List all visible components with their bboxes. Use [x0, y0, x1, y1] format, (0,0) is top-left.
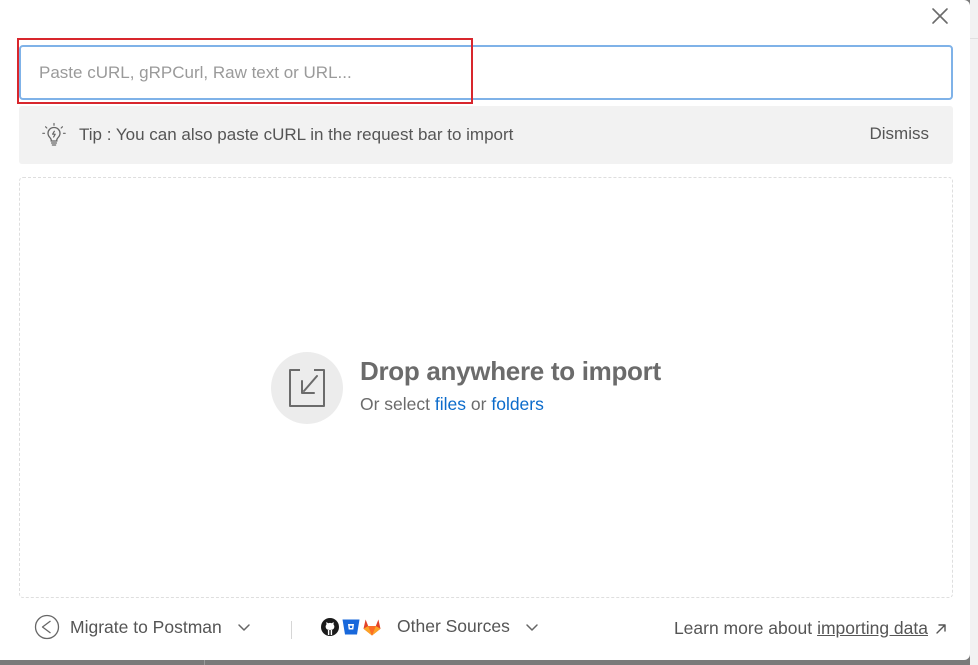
- background-app-edge: [970, 0, 978, 665]
- postman-migrate-icon: [34, 614, 60, 640]
- select-folders-link[interactable]: folders: [491, 394, 544, 414]
- import-modal: Tip : You can also paste cURL in the req…: [0, 0, 970, 660]
- select-files-link[interactable]: files: [435, 394, 466, 414]
- github-icon: [321, 617, 339, 636]
- drop-subtitle-conjunction: or: [470, 394, 487, 414]
- import-icon-circle: [271, 352, 343, 424]
- footer-divider: [291, 621, 292, 639]
- drop-title: Drop anywhere to import: [360, 356, 661, 386]
- drop-subtitle-prefix: Or select: [360, 394, 431, 414]
- importing-data-link[interactable]: importing data: [817, 618, 928, 639]
- drop-subtitle: Or select files or folders: [360, 394, 544, 415]
- chevron-down-icon: [526, 623, 538, 631]
- close-button[interactable]: [928, 4, 952, 28]
- import-footer: Migrate to Postman Other Sources Learn m…: [0, 606, 970, 652]
- lightbulb-icon: [42, 122, 66, 146]
- learn-more-text: Learn more about importing data: [674, 618, 948, 639]
- other-sources-button[interactable]: Other Sources: [320, 616, 540, 637]
- dismiss-button[interactable]: Dismiss: [870, 124, 930, 144]
- chevron-down-icon: [237, 624, 250, 631]
- migrate-label: Migrate to Postman: [70, 616, 222, 637]
- background-divider: [970, 38, 978, 39]
- file-drop-zone[interactable]: Drop anywhere to import Or select files …: [19, 177, 953, 598]
- bitbucket-icon: [342, 619, 360, 634]
- migrate-to-postman-button[interactable]: Migrate to Postman: [34, 614, 252, 640]
- close-icon: [932, 8, 948, 24]
- external-link-icon[interactable]: [934, 622, 948, 636]
- learn-more-prefix: Learn more about: [673, 618, 813, 638]
- tip-text: Tip : You can also paste cURL in the req…: [79, 125, 514, 144]
- import-url-input[interactable]: [19, 45, 953, 100]
- import-download-icon: [289, 369, 325, 407]
- other-sources-label: Other Sources: [397, 616, 510, 636]
- tip-banner: Tip : You can also paste cURL in the req…: [19, 106, 953, 164]
- gitlab-icon: [363, 619, 381, 635]
